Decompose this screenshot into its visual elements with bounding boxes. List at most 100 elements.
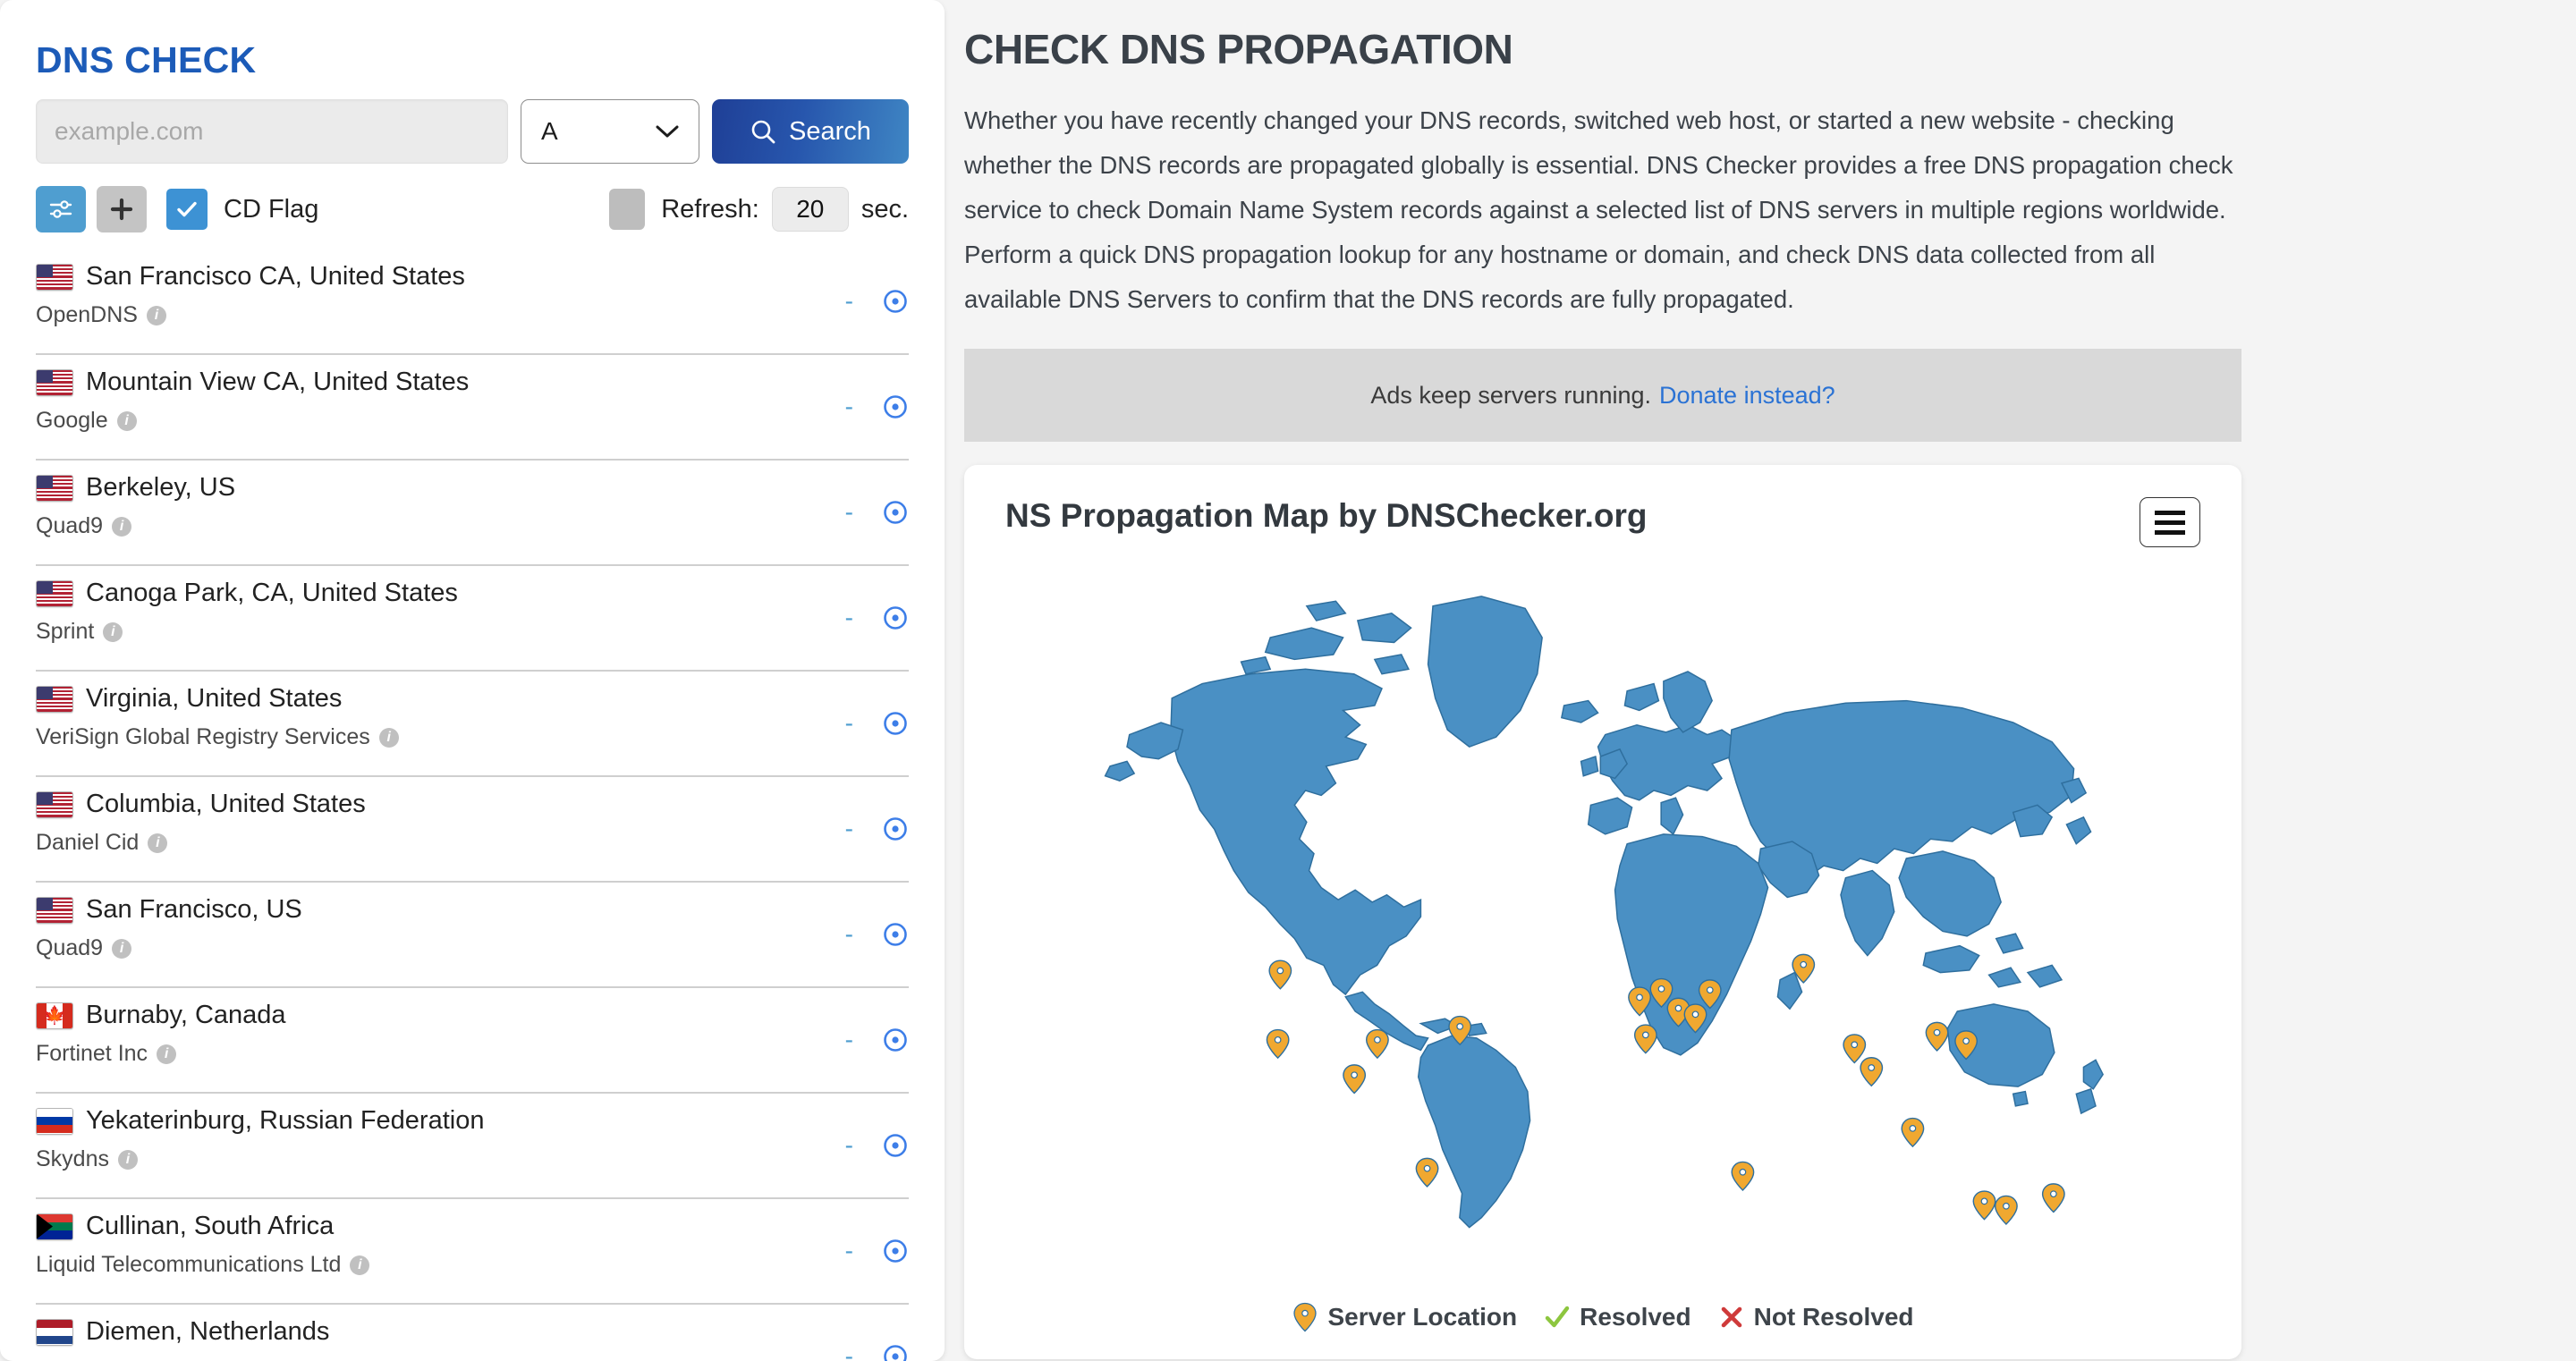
- legend-resolved: Resolved: [1544, 1302, 1691, 1332]
- info-icon[interactable]: i: [148, 833, 168, 853]
- info-icon[interactable]: i: [378, 727, 399, 748]
- refresh-seconds-input[interactable]: 20: [771, 187, 849, 232]
- server-result-cell: -: [845, 815, 909, 843]
- server-provider: Skydns: [36, 1146, 109, 1171]
- info-icon[interactable]: i: [112, 516, 132, 537]
- server-result-cell: -: [845, 604, 909, 632]
- server-provider: Daniel Cid: [36, 830, 140, 855]
- status-indicator-icon[interactable]: [882, 499, 909, 526]
- search-button-label: Search: [789, 116, 871, 146]
- map-marker-pin[interactable]: [1860, 1057, 1884, 1087]
- info-icon[interactable]: i: [116, 410, 137, 431]
- domain-input[interactable]: [36, 99, 508, 164]
- legend-not-resolved-label: Not Resolved: [1753, 1303, 1914, 1331]
- map-marker-pin[interactable]: [1268, 959, 1292, 990]
- flag-icon-us: [36, 579, 73, 607]
- server-row[interactable]: Yekaterinburg, Russian Federation Skydns i…: [36, 1094, 909, 1199]
- server-result-value: -: [844, 920, 853, 948]
- search-button[interactable]: Search: [712, 99, 909, 164]
- server-location: Canoga Park, CA, United States: [86, 579, 458, 607]
- server-result-cell: -: [845, 1026, 909, 1054]
- map-marker-pin[interactable]: [2041, 1183, 2065, 1213]
- server-location-row: Mountain View CA, United States: [36, 368, 909, 397]
- server-row[interactable]: Columbia, United States Daniel Cid i -: [36, 777, 909, 883]
- server-provider-row: Skydns i: [36, 1146, 909, 1172]
- info-icon[interactable]: i: [350, 1255, 370, 1275]
- record-type-select[interactable]: A: [521, 99, 699, 164]
- status-indicator-icon[interactable]: [882, 1132, 909, 1159]
- status-indicator-icon[interactable]: [882, 921, 909, 948]
- server-provider-row: OpenDNS i: [36, 302, 909, 328]
- sliders-icon[interactable]: [36, 186, 86, 232]
- status-indicator-icon[interactable]: [882, 1343, 909, 1361]
- server-location: San Francisco, US: [86, 895, 302, 924]
- map-pin-icon: [1293, 1302, 1318, 1332]
- server-location: Diemen, Netherlands: [86, 1317, 330, 1346]
- status-indicator-icon[interactable]: [882, 710, 909, 737]
- server-row[interactable]: Cullinan, South Africa Liquid Telecommuni…: [36, 1199, 909, 1305]
- server-result-cell: -: [845, 498, 909, 527]
- plus-icon[interactable]: [97, 186, 147, 232]
- map-marker-pin[interactable]: [1972, 1190, 1996, 1221]
- main-content: CHECK DNS PROPAGATION Whether you have r…: [964, 0, 2565, 1361]
- map-marker-pin[interactable]: [1266, 1028, 1290, 1060]
- cross-mark-icon: [1721, 1306, 1741, 1328]
- map-marker-pin[interactable]: [1731, 1161, 1755, 1191]
- dns-check-panel: DNS CHECK A Search: [0, 0, 945, 1361]
- server-row[interactable]: 🍁 Burnaby, Canada Fortinet Inc i -: [36, 988, 909, 1094]
- server-provider-row: VeriSign Global Registry Services i: [36, 724, 909, 750]
- hamburger-icon[interactable]: [2140, 497, 2200, 547]
- status-indicator-icon[interactable]: [882, 393, 909, 420]
- server-row[interactable]: Mountain View CA, United States Google i -: [36, 355, 909, 461]
- server-location: Berkeley, US: [86, 473, 236, 502]
- server-row[interactable]: Berkeley, US Quad9 i -: [36, 461, 909, 566]
- map-marker-pin[interactable]: [1365, 1028, 1389, 1060]
- donate-link[interactable]: Donate instead?: [1659, 382, 1835, 410]
- server-provider: Liquid Telecommunications Ltd: [36, 1252, 342, 1277]
- server-provider-row: Fortinet Inc i: [36, 1041, 909, 1067]
- options-toolbar: CD Flag Refresh: 20 sec.: [36, 183, 909, 235]
- server-row[interactable]: Canoga Park, CA, United States Sprint i -: [36, 566, 909, 672]
- status-indicator-icon[interactable]: [882, 288, 909, 315]
- refresh-controls: Refresh: 20 sec.: [609, 187, 909, 232]
- server-result-cell: -: [845, 393, 909, 421]
- map-marker-pin[interactable]: [1994, 1195, 2018, 1225]
- status-indicator-icon[interactable]: [882, 604, 909, 631]
- map-marker-pin[interactable]: [1901, 1117, 1925, 1148]
- map-marker-pin[interactable]: [1415, 1157, 1439, 1188]
- world-map[interactable]: [964, 553, 2241, 1232]
- server-row[interactable]: Diemen, Netherlands -: [36, 1305, 909, 1361]
- server-location-row: San Francisco, US: [36, 895, 909, 925]
- ad-banner: Ads keep servers running. Donate instead…: [964, 349, 2241, 442]
- server-provider-row: Sprint i: [36, 619, 909, 645]
- info-icon[interactable]: i: [103, 621, 123, 642]
- cd-flag-checkbox[interactable]: [166, 189, 208, 230]
- server-result-cell: -: [845, 1131, 909, 1160]
- server-row[interactable]: San Francisco CA, United States OpenDNS i -: [36, 249, 909, 355]
- server-provider: Quad9: [36, 935, 104, 960]
- server-list: San Francisco CA, United States OpenDNS i -…: [36, 249, 909, 1361]
- status-indicator-icon[interactable]: [882, 816, 909, 842]
- info-icon[interactable]: i: [157, 1044, 177, 1064]
- map-header: NS Propagation Map by DNSChecker.org: [964, 465, 2241, 547]
- map-legend: Server Location Resolved Not Resolved: [964, 1302, 2241, 1332]
- map-marker-pin[interactable]: [1843, 1034, 1867, 1064]
- server-result-value: -: [844, 604, 853, 631]
- map-marker-pin[interactable]: [1343, 1064, 1367, 1095]
- server-result-cell: -: [845, 709, 909, 738]
- info-icon[interactable]: i: [146, 305, 166, 325]
- refresh-toggle[interactable]: [609, 189, 646, 230]
- status-indicator-icon[interactable]: [882, 1238, 909, 1264]
- server-result-cell: -: [845, 287, 909, 316]
- flag-icon-us: [36, 896, 73, 924]
- server-row[interactable]: San Francisco, US Quad9 i -: [36, 883, 909, 988]
- map-marker-pin[interactable]: [1925, 1021, 1949, 1052]
- info-icon[interactable]: i: [112, 938, 132, 959]
- flag-icon-nl: [36, 1318, 73, 1346]
- server-row[interactable]: Virginia, United States VeriSign Global R…: [36, 672, 909, 777]
- status-indicator-icon[interactable]: [882, 1027, 909, 1053]
- map-marker-pin[interactable]: [1633, 1024, 1657, 1054]
- info-icon[interactable]: i: [117, 1149, 138, 1170]
- server-location-row: Canoga Park, CA, United States: [36, 579, 909, 608]
- server-location-row: Berkeley, US: [36, 473, 909, 503]
